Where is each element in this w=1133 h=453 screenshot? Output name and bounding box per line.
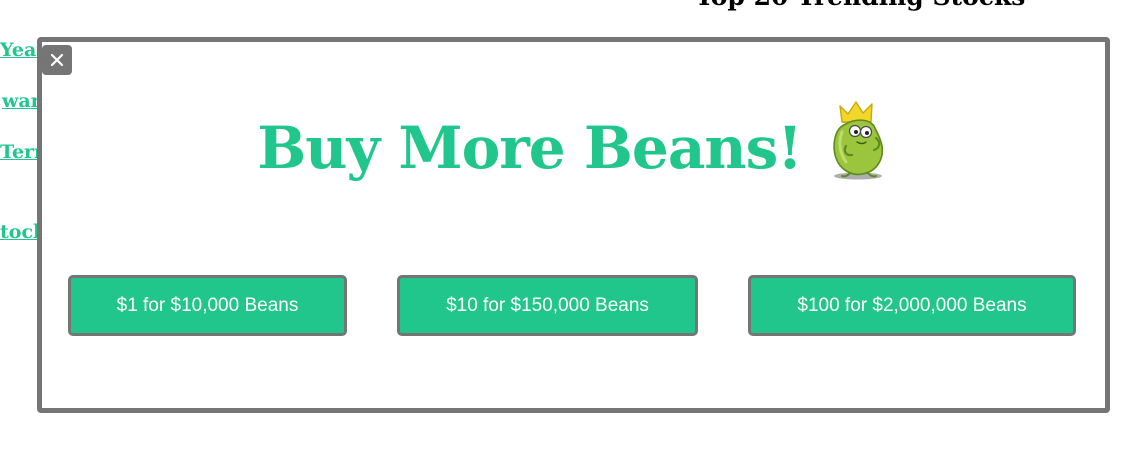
background-link-war[interactable]: war xyxy=(2,90,41,112)
modal-title-row: Buy More Beans! xyxy=(42,101,1105,182)
modal-title: Buy More Beans! xyxy=(257,114,802,182)
background-heading: Top 20 Trending Stocks xyxy=(695,0,1025,11)
buy-2000000-beans-button[interactable]: $100 for $2,000,000 Beans xyxy=(748,275,1076,336)
buy-beans-modal: Buy More Beans! $1 for $10,000 Beans $10… xyxy=(37,37,1110,413)
close-button[interactable] xyxy=(42,45,72,75)
buy-150000-beans-button[interactable]: $10 for $150,000 Beans xyxy=(397,275,698,336)
bean-king-mascot-icon xyxy=(833,101,883,180)
page: Top 20 Trending Stocks Year war Terr toc… xyxy=(0,0,1133,453)
buy-10000-beans-button[interactable]: $1 for $10,000 Beans xyxy=(68,275,347,336)
close-icon xyxy=(50,53,64,67)
